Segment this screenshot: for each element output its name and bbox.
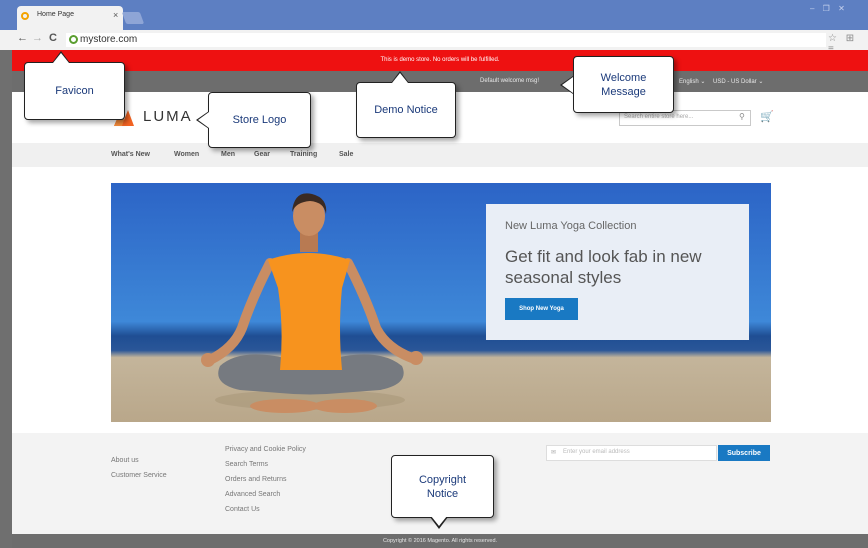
footer-link-privacy[interactable]: Privacy and Cookie Policy [225,446,306,453]
window-left-border [0,50,12,548]
address-bar[interactable] [66,33,826,47]
window-controls[interactable]: – ❐ ✕ [810,4,848,13]
store-logo-text[interactable]: LUMA [143,108,193,125]
search-icon[interactable]: ⚲ [739,112,745,121]
callout-favicon-label: Favicon [55,85,94,97]
footer-link-customer-service[interactable]: Customer Service [111,472,167,479]
cart-icon[interactable]: 🛒 [760,110,774,123]
callout-welcome-message-label: Welcome Message [600,71,647,98]
copyright-bar: Copyright © 2016 Magento. All rights res… [12,534,868,548]
callout-copyright-pointer-fill [431,516,447,526]
callout-favicon-pointer-fill [53,53,69,63]
footer-link-contact-us[interactable]: Contact Us [225,506,260,513]
newsletter-placeholder: Enter your email address [563,449,630,455]
browser-tab[interactable]: Home Page × [17,6,123,30]
back-icon[interactable]: ← [17,32,28,44]
nav-item-sale[interactable]: Sale [339,151,353,158]
yoga-woman-image [201,193,423,413]
welcome-message: Default welcome msg! [480,78,540,84]
envelope-icon: ✉ [551,450,557,456]
callout-welcome-message: Welcome Message [573,56,674,113]
forward-icon[interactable]: → [32,32,43,44]
tab-title: Home Page [37,11,74,18]
nav-item-gear[interactable]: Gear [254,151,270,158]
callout-copyright-label: Copyright Notice [418,473,467,500]
promo-subtitle: New Luma Yoga Collection [505,220,637,232]
callout-store-logo-pointer-fill [198,112,209,128]
footer-link-about-us[interactable]: About us [111,457,139,464]
search-placeholder: Search entire store here... [624,114,694,120]
callout-favicon: Favicon [24,62,125,120]
demo-notice-bar: This is demo store. No orders will be fu… [12,50,868,71]
callout-demo-notice: Demo Notice [356,82,456,138]
shop-new-yoga-button[interactable]: Shop New Yoga [505,298,578,320]
currency-switcher[interactable]: USD - US Dollar ⌄ [713,78,763,85]
favicon-icon [21,12,29,20]
callout-copyright-notice: Copyright Notice [391,455,494,518]
nav-item-men[interactable]: Men [221,151,235,158]
close-icon[interactable]: × [113,10,118,20]
nav-item-training[interactable]: Training [290,151,317,158]
reload-icon[interactable]: C [49,32,57,44]
nav-item-women[interactable]: Women [174,151,199,158]
language-switcher[interactable]: English ⌄ [679,78,705,85]
promo-title: Get fit and look fab in new seasonal sty… [505,247,702,287]
callout-store-logo: Store Logo [208,92,311,148]
footer-link-advanced-search[interactable]: Advanced Search [225,491,280,498]
callout-demo-notice-pointer-fill [392,73,408,83]
url-text[interactable]: mystore.com [80,33,137,47]
footer-link-orders-returns[interactable]: Orders and Returns [225,476,286,483]
callout-welcome-pointer-fill [562,77,573,93]
subscribe-button[interactable]: Subscribe [718,445,770,461]
new-tab-button[interactable] [121,12,145,24]
site-favicon-icon [69,35,78,44]
callout-store-logo-label: Store Logo [232,114,287,126]
callout-demo-notice-label: Demo Notice [374,104,438,116]
footer-link-search-terms[interactable]: Search Terms [225,461,268,468]
nav-item-whats-new[interactable]: What's New [111,151,150,158]
